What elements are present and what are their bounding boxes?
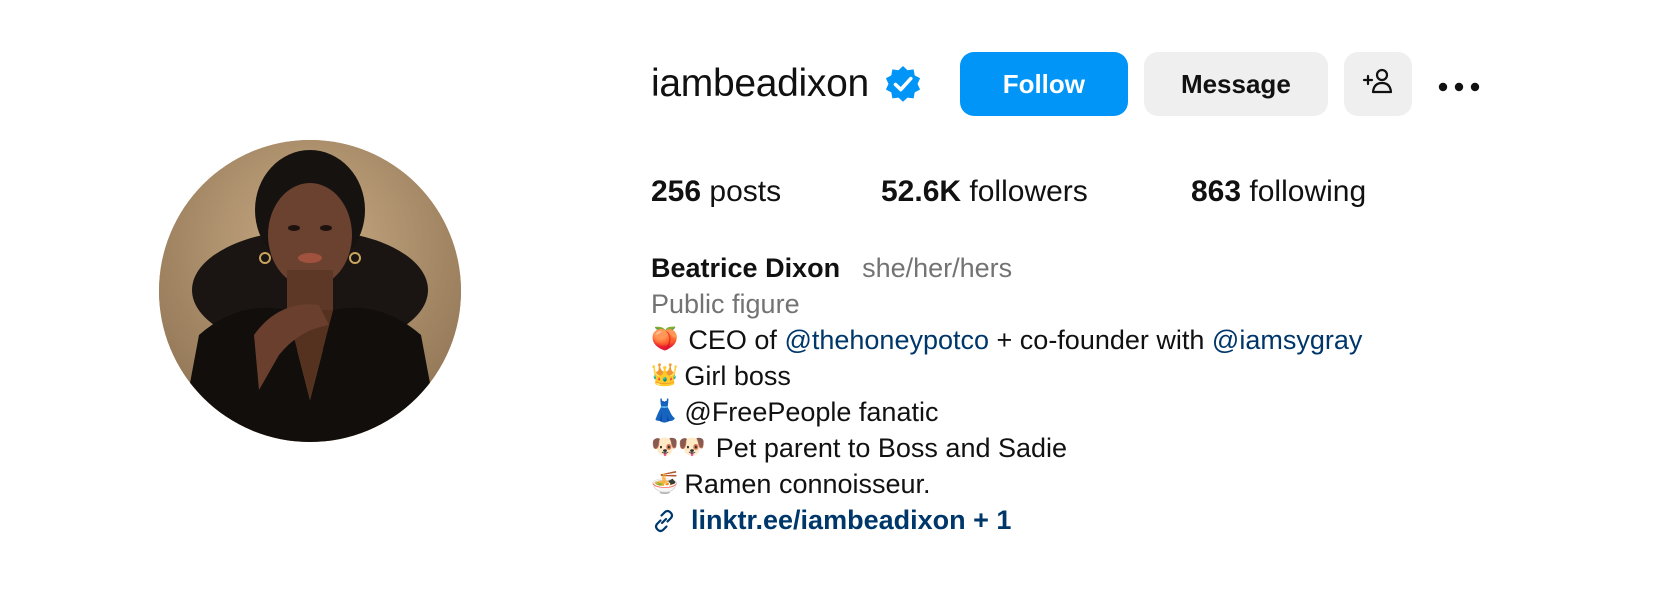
link-icon [651, 507, 677, 533]
dress-icon: 👗 [651, 399, 679, 424]
bio-text: @FreePeople fanatic [684, 397, 939, 427]
dog-face-icon: 🐶🐶 [651, 435, 706, 460]
category: Public figure [651, 289, 800, 319]
follow-button[interactable]: Follow [959, 52, 1128, 116]
bio-link[interactable]: linktr.ee/iambeadixon + 1 [651, 502, 1362, 538]
crown-icon: 👑 [651, 363, 679, 388]
message-button[interactable]: Message [1143, 52, 1328, 116]
bio-text: Pet parent to Boss and Sadie [715, 433, 1068, 463]
following-count: 863 [1191, 175, 1242, 208]
username: iambeadixon [651, 62, 869, 105]
bio-text: CEO of [688, 325, 777, 355]
mention-link[interactable]: @iamsygray [1212, 322, 1362, 358]
bio-line-ceo: 🍑 CEO of @thehoneypotco + co-founder wit… [651, 322, 1362, 358]
profile-avatar[interactable] [159, 140, 461, 442]
bio-text: Ramen connoisseur. [684, 469, 931, 499]
ramen-bowl-icon: 🍜 [651, 471, 679, 496]
verified-badge-icon [883, 64, 923, 104]
more-options-icon [1437, 69, 1481, 100]
posts-count: 256 [651, 175, 702, 208]
followers-count: 52.6K [881, 175, 962, 208]
add-user-button[interactable] [1343, 52, 1412, 116]
profile-stats: 256 posts 52.6K followers 863 following [651, 170, 1366, 214]
posts-label: posts [709, 175, 782, 208]
following-stat[interactable]: 863 following [1191, 175, 1366, 209]
following-label: following [1249, 175, 1367, 208]
bio-line-pets: 🐶🐶 Pet parent to Boss and Sadie [651, 430, 1362, 466]
add-user-icon [1362, 67, 1394, 102]
bio-line-ramen: 🍜 Ramen connoisseur. [651, 466, 1362, 502]
bio-name-line: Beatrice Dixon she/her/hers [651, 250, 1362, 286]
link-text[interactable]: linktr.ee/iambeadixon + 1 [691, 502, 1011, 538]
followers-stat[interactable]: 52.6K followers [881, 175, 1191, 209]
more-options-button[interactable] [1434, 52, 1484, 116]
full-name: Beatrice Dixon [651, 253, 841, 283]
bio-category-line: Public figure [651, 286, 1362, 322]
bio-line-freepeople: 👗 @FreePeople fanatic [651, 394, 1362, 430]
followers-label: followers [969, 175, 1088, 208]
bio-text: Girl boss [684, 361, 791, 391]
profile-bio: Beatrice Dixon she/her/hers Public figur… [651, 250, 1362, 538]
pronouns: she/her/hers [862, 253, 1013, 283]
mention-link[interactable]: @thehoneypotco [784, 322, 989, 358]
bio-text: + co-founder with [996, 325, 1205, 355]
bio-line-girlboss: 👑 Girl boss [651, 358, 1362, 394]
profile-header: iambeadixon Follow Message [651, 52, 1484, 116]
profile-photo [159, 140, 461, 442]
peach-icon: 🍑 [651, 327, 679, 352]
posts-stat: 256 posts [651, 175, 881, 209]
